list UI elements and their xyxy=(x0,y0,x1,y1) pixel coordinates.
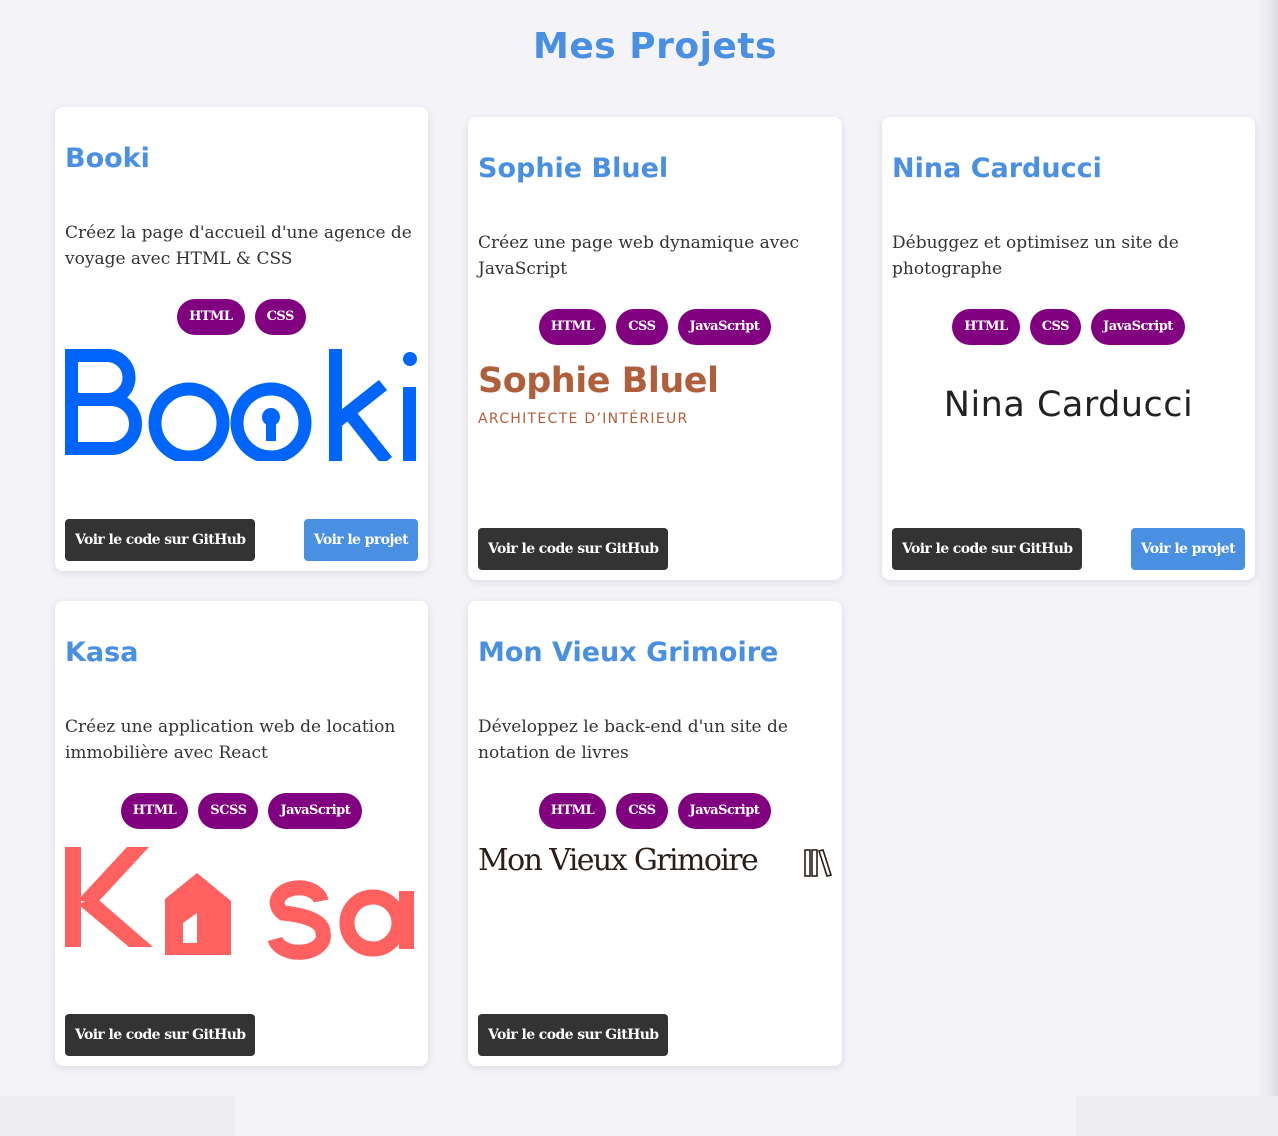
project-card-sophie-bluel: Sophie Bluel Créez une page web dynamiqu… xyxy=(468,117,842,580)
tag-list: HTML CSS JavaScript xyxy=(478,309,832,345)
github-code-button[interactable]: Voir le code sur GitHub xyxy=(65,519,256,561)
page-title: Mes Projets xyxy=(533,26,777,67)
mon-vieux-grimoire-logo: Mon Vieux Grimoire xyxy=(478,843,832,993)
tag-javascript: JavaScript xyxy=(1091,309,1185,345)
logo-wordmark: Mon Vieux Grimoire xyxy=(478,843,759,878)
project-title: Sophie Bluel xyxy=(478,153,669,184)
project-title: Nina Carducci xyxy=(892,153,1102,184)
books-icon xyxy=(804,849,832,877)
project-card-mon-vieux-grimoire: Mon Vieux Grimoire Développez le back-en… xyxy=(468,601,842,1066)
view-project-button[interactable]: Voir le projet xyxy=(303,519,418,561)
tag-html: HTML xyxy=(538,309,607,345)
tag-html: HTML xyxy=(177,299,245,335)
tag-list: HTML CSS JavaScript xyxy=(478,793,832,829)
view-project-button[interactable]: Voir le projet xyxy=(1130,528,1245,570)
booki-logo-image xyxy=(65,349,417,461)
tag-javascript: JavaScript xyxy=(268,793,363,829)
project-description: Créez la page d'accueil d'une agence de … xyxy=(65,223,412,269)
project-card-kasa: Kasa Créez une application web de locati… xyxy=(55,601,428,1066)
kasa-logo xyxy=(65,843,418,993)
project-description: Débuggez et optimisez un site de photogr… xyxy=(892,233,1179,279)
github-code-button[interactable]: Voir le code sur GitHub xyxy=(65,1014,256,1056)
tag-css: CSS xyxy=(1029,309,1082,345)
project-title: Booki xyxy=(65,143,150,174)
sophie-bluel-logo: Sophie Bluel ARCHITECTE D’INTÉRIEUR xyxy=(478,359,832,509)
project-title: Kasa xyxy=(65,637,139,668)
tag-javascript: JavaScript xyxy=(677,309,772,345)
project-description: Créez une page web dynamique avec JavaSc… xyxy=(478,233,799,279)
project-actions: Voir le code sur GitHub Voir le projet xyxy=(892,528,1245,570)
nina-carducci-logo: Nina Carducci xyxy=(892,359,1245,509)
tag-html: HTML xyxy=(952,309,1020,345)
project-actions: Voir le code sur GitHub xyxy=(478,1014,832,1056)
project-description: Créez une application web de location im… xyxy=(65,717,396,763)
tag-html: HTML xyxy=(538,793,607,829)
tag-scss: SCSS xyxy=(198,793,259,829)
project-actions: Voir le code sur GitHub Voir le projet xyxy=(65,519,418,561)
page-edge-shadow xyxy=(1256,0,1278,1136)
logo-wordmark: Nina Carducci xyxy=(943,385,1194,425)
project-actions: Voir le code sur GitHub xyxy=(65,1014,418,1056)
tag-css: CSS xyxy=(616,793,668,829)
project-actions: Voir le code sur GitHub xyxy=(478,528,832,570)
kasa-logo-image xyxy=(65,847,414,960)
footer-strip-right xyxy=(1076,1096,1278,1136)
project-title: Mon Vieux Grimoire xyxy=(478,637,779,668)
tag-list: HTML CSS xyxy=(65,299,418,335)
project-card-nina-carducci: Nina Carducci Débuggez et optimisez un s… xyxy=(882,117,1255,580)
tag-list: HTML CSS JavaScript xyxy=(892,309,1245,345)
tag-html: HTML xyxy=(120,793,189,829)
project-description: Développez le back-end d'un site de nota… xyxy=(478,717,788,763)
github-code-button[interactable]: Voir le code sur GitHub xyxy=(892,528,1083,570)
tag-css: CSS xyxy=(254,299,306,335)
tag-css: CSS xyxy=(616,309,668,345)
project-card-booki: Booki Créez la page d'accueil d'une agen… xyxy=(55,107,428,571)
github-code-button[interactable]: Voir le code sur GitHub xyxy=(478,1014,669,1056)
booki-logo xyxy=(65,349,418,499)
tag-javascript: JavaScript xyxy=(677,793,772,829)
footer-strip-left xyxy=(0,1096,235,1136)
logo-wordmark: Sophie Bluel xyxy=(478,361,719,401)
tag-list: HTML SCSS JavaScript xyxy=(65,793,418,829)
github-code-button[interactable]: Voir le code sur GitHub xyxy=(478,528,669,570)
logo-subtitle: ARCHITECTE D’INTÉRIEUR xyxy=(478,411,689,427)
